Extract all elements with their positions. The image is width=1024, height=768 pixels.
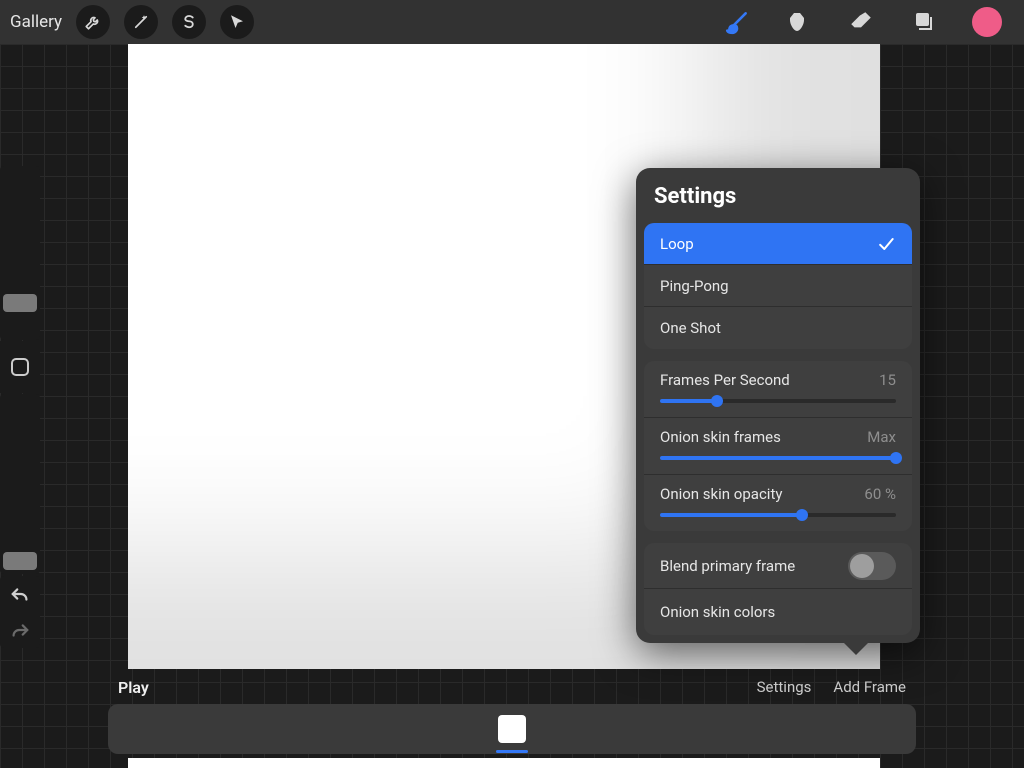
brush-size-thumb[interactable] [3,294,37,312]
extras-group: Blend primary frame Onion skin colors [644,543,912,635]
eraser-icon [848,9,874,35]
side-slider-panel [0,166,40,648]
smudge-tool[interactable] [786,9,812,35]
brush-opacity-thumb[interactable] [3,552,37,570]
selection-button[interactable] [172,5,206,39]
settings-title: Settings [636,168,920,223]
fps-row: Frames Per Second 15 [644,361,912,418]
layers-icon [911,10,935,34]
onion-opacity-label: Onion skin opacity [660,485,782,503]
onion-frames-value: Max [867,428,896,446]
brush-size-slider[interactable] [0,166,40,340]
eraser-tool[interactable] [848,9,874,35]
onion-opacity-value: 60 % [864,485,896,503]
actions-button[interactable] [76,5,110,39]
pingpong-option[interactable]: Ping-Pong [644,265,912,307]
redo-icon[interactable] [9,621,31,639]
undo-redo-group [0,576,40,648]
oneshot-option[interactable]: One Shot [644,307,912,349]
arrow-cursor-icon [228,13,246,31]
onion-colors-label: Onion skin colors [660,603,775,621]
brush-opacity-slider[interactable] [0,394,40,574]
brush-icon [724,9,750,35]
play-button[interactable]: Play [118,678,149,697]
loop-label: Loop [660,235,694,253]
add-frame-button[interactable]: Add Frame [833,678,906,696]
playback-mode-group: Loop Ping-Pong One Shot [644,223,912,349]
checkmark-icon [876,234,896,254]
wand-icon [132,13,150,31]
oneshot-label: One Shot [660,319,721,337]
smudge-icon [787,10,811,34]
layers-button[interactable] [910,9,936,35]
gallery-link[interactable]: Gallery [10,12,62,32]
blend-primary-toggle[interactable] [848,552,896,580]
onion-frames-row: Onion skin frames Max [644,418,912,475]
canvas-bottom-strip [128,758,880,768]
pingpong-label: Ping-Pong [660,277,729,295]
slider-group: Frames Per Second 15 Onion skin frames M… [644,361,912,531]
blend-primary-label: Blend primary frame [660,557,795,575]
color-swatch[interactable] [972,7,1002,37]
toggle-knob [850,554,874,578]
modifier-button[interactable] [0,341,40,393]
timeline-track[interactable] [108,704,916,754]
brush-tool[interactable] [724,9,750,35]
fps-slider[interactable] [660,399,896,403]
onion-opacity-slider[interactable] [660,513,896,517]
fps-label: Frames Per Second [660,371,790,389]
transform-button[interactable] [220,5,254,39]
fps-value: 15 [879,371,896,389]
onion-frames-slider[interactable] [660,456,896,460]
onion-opacity-row: Onion skin opacity 60 % [644,475,912,531]
timeline-settings-button[interactable]: Settings [757,678,812,696]
selection-s-icon [180,13,198,31]
undo-icon[interactable] [9,585,31,603]
loop-option[interactable]: Loop [644,223,912,265]
adjustments-button[interactable] [124,5,158,39]
frame-thumbnail[interactable] [498,715,526,743]
square-icon [11,358,29,376]
animation-timeline-bar: Play Settings Add Frame [104,670,920,758]
onion-frames-label: Onion skin frames [660,428,781,446]
animation-settings-panel: Settings Loop Ping-Pong One Shot Frames … [636,168,920,643]
blend-primary-row: Blend primary frame [644,543,912,589]
top-toolbar: Gallery [0,0,1024,44]
onion-colors-row[interactable]: Onion skin colors [644,589,912,635]
wrench-icon [84,13,102,31]
